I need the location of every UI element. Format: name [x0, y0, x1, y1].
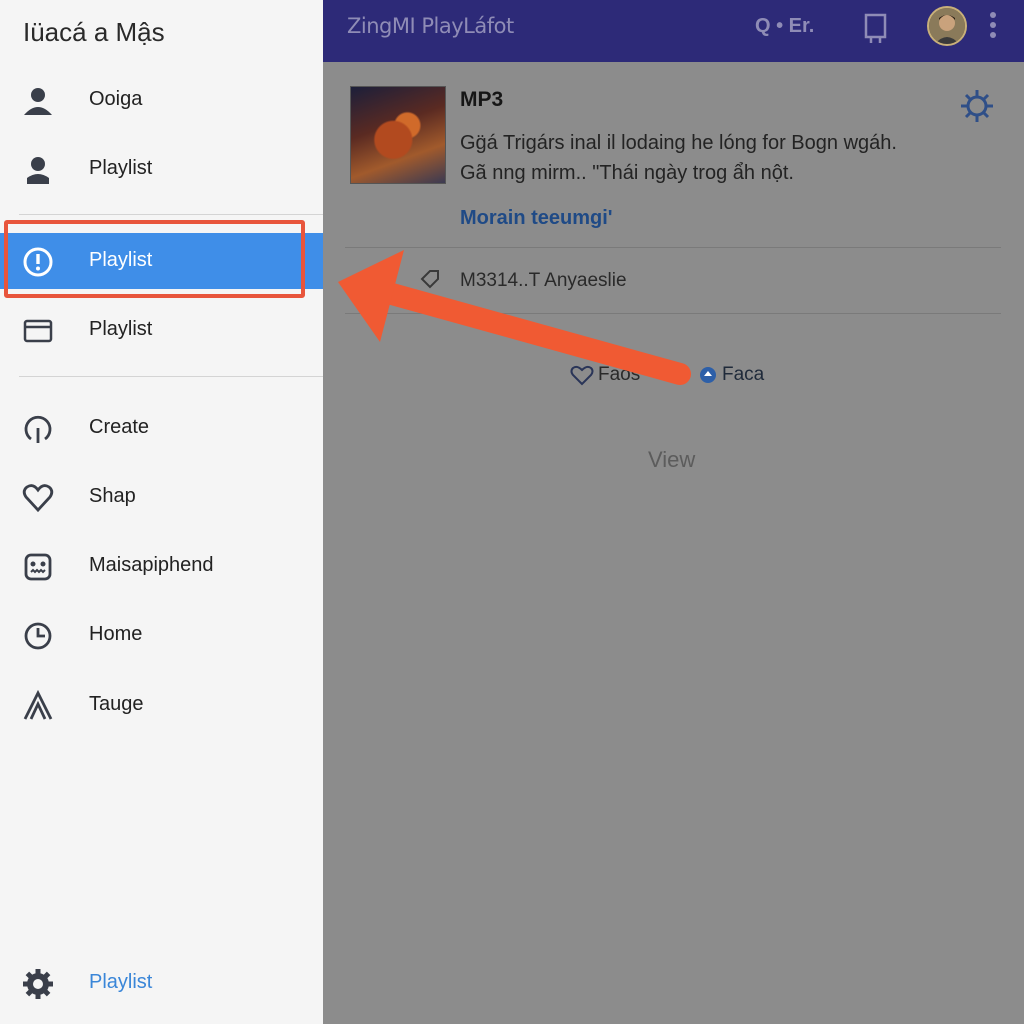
drawer-item-label: Maisapiphend	[89, 554, 214, 576]
settings-gear-icon[interactable]	[959, 86, 995, 126]
gear-icon	[22, 968, 54, 1000]
face-button[interactable]: Faca	[722, 364, 764, 386]
drawer-item-playlist-3[interactable]: Playlist	[0, 302, 323, 358]
divider	[345, 313, 1001, 314]
drawer-item-shap[interactable]: Shap	[0, 469, 323, 525]
create-icon	[22, 413, 54, 445]
drawer-item-create[interactable]: Create	[0, 400, 323, 456]
highlight-annotation-box	[4, 220, 305, 298]
drawer-item-label: Playlist	[89, 318, 153, 340]
heart-outline-icon[interactable]	[570, 364, 594, 386]
drawer-divider	[19, 376, 323, 377]
drawer-item-home[interactable]: Home	[0, 607, 323, 663]
font-icon	[22, 689, 54, 722]
tag-icon	[419, 268, 441, 290]
drawer-item-tauge[interactable]: Tauge	[0, 677, 323, 733]
app-title: ZingMI PlayLáfot	[347, 14, 514, 38]
heart-icon	[22, 482, 54, 514]
person-outline-icon	[22, 154, 54, 186]
card-description: Gg̈á Trigárs inal il lodaing he lóng for…	[460, 128, 980, 188]
view-button[interactable]: View	[648, 447, 695, 473]
drawer-item-ooiga[interactable]: Ooiga	[0, 72, 323, 128]
clock-icon	[22, 620, 54, 652]
drawer-item-label: Ooiga	[89, 88, 143, 110]
description-line: Gg̈á Trigárs inal il lodaing he lóng for…	[460, 132, 897, 154]
person-icon	[22, 85, 54, 117]
drawer-item-label: Tauge	[89, 693, 144, 715]
description-line: Gã nng mirm.. "Thái ngày trog ẩh nột.	[460, 162, 794, 184]
drawer-item-label: Playlist	[89, 157, 153, 179]
window-icon	[22, 315, 54, 347]
drawer-item-label: Home	[89, 623, 143, 645]
navigation-drawer: Iüacá a Mậs Ooiga Playlist Playlist Play…	[0, 0, 323, 1024]
share-icon[interactable]	[699, 366, 717, 384]
divider	[345, 247, 1001, 248]
main-content: ZingMI PlayLáfot Q • Er. MP3 Gg̈á Trigár…	[323, 0, 1024, 1024]
drawer-item-label: Shap	[89, 485, 136, 507]
album-art[interactable]	[350, 86, 446, 184]
drawer-item-label: Playlist	[89, 971, 153, 993]
card-link[interactable]: Morain teeumgi'	[460, 207, 613, 230]
drawer-item-label: Create	[89, 416, 150, 438]
avatar[interactable]	[927, 6, 967, 46]
drawer-item-playlist-1[interactable]: Playlist	[0, 141, 323, 197]
drawer-item-maisapiphend[interactable]: Maisapiphend	[0, 538, 323, 594]
favorites-button[interactable]: Faos	[598, 364, 640, 386]
drawer-header: Iüacá a Mậs	[23, 17, 165, 47]
drawer-item-settings[interactable]: Playlist	[0, 955, 323, 1011]
robot-icon	[22, 551, 54, 583]
drawer-divider	[19, 214, 323, 215]
app-bar: ZingMI PlayLáfot Q • Er.	[323, 0, 1024, 62]
track-meta: M3314..T Anyaeslie	[460, 270, 627, 291]
search-button[interactable]: Q • Er.	[755, 15, 814, 38]
bookmark-icon[interactable]	[863, 12, 889, 46]
card-title: MP3	[460, 88, 504, 111]
more-vert-icon[interactable]	[985, 10, 1001, 40]
